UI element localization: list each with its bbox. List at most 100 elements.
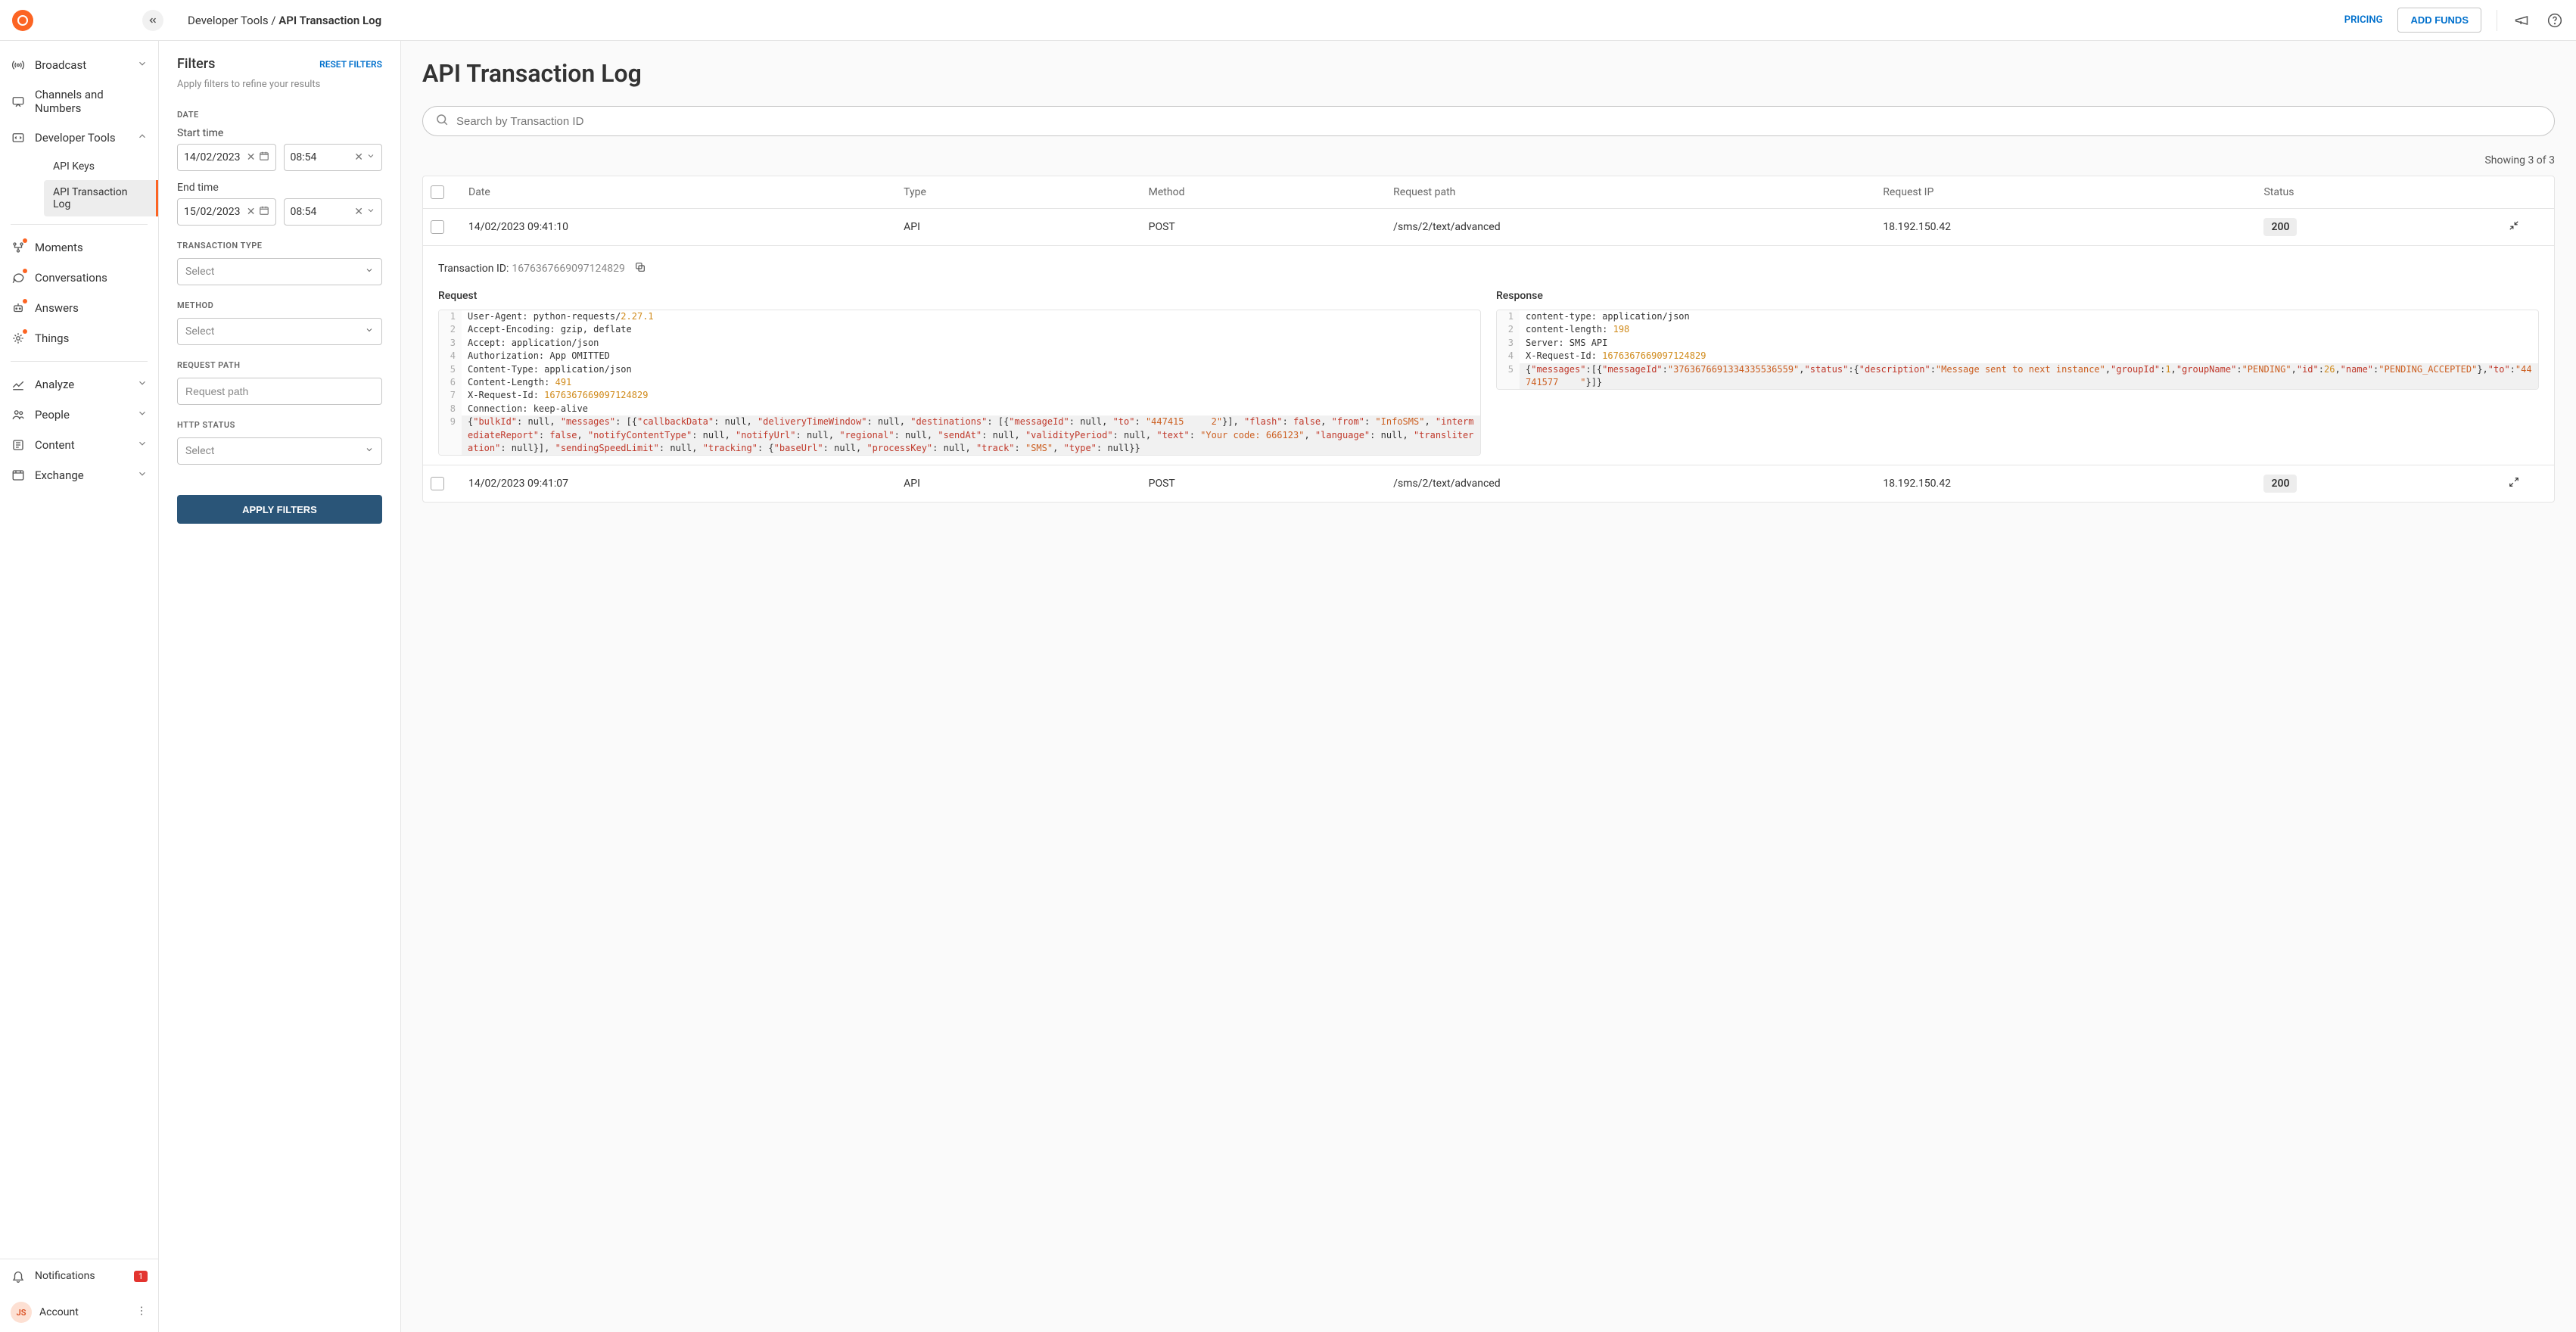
search-input[interactable]	[456, 115, 2542, 128]
sidebar-item-label: Notifications	[35, 1270, 95, 1282]
search-icon	[435, 113, 449, 129]
sidebar-item-content[interactable]: Content	[0, 430, 158, 460]
filters-title: Filters	[177, 56, 215, 72]
transactions-table: Date Type Method Request path Request IP…	[422, 176, 2555, 503]
txn-type-select[interactable]: Select	[177, 258, 382, 285]
cell-method: POST	[1149, 221, 1394, 233]
apply-filters-button[interactable]: APPLY FILTERS	[177, 495, 382, 524]
chevron-down-icon	[137, 378, 148, 391]
select-all-checkbox[interactable]	[431, 185, 444, 199]
start-date-input[interactable]: 14/02/2023 ✕	[177, 144, 276, 171]
cell-type: API	[904, 478, 1149, 490]
sidebar-notifications[interactable]: Notifications 1	[0, 1259, 158, 1293]
sidebar-item-moments[interactable]: Moments	[0, 232, 158, 263]
chevron-down-icon	[137, 468, 148, 482]
sidebar-item-conversations[interactable]: Conversations	[0, 263, 158, 293]
request-code[interactable]: 1User-Agent: python-requests/2.27.1 2Acc…	[438, 310, 1481, 456]
table-row[interactable]: 14/02/2023 09:41:07 API POST /sms/2/text…	[423, 465, 2554, 502]
column-type: Type	[904, 186, 1149, 198]
more-icon[interactable]	[135, 1305, 148, 1320]
calendar-icon[interactable]	[259, 205, 269, 219]
sidebar-item-label: Conversations	[35, 271, 107, 285]
request-path-label: REQUEST PATH	[177, 360, 382, 370]
collapse-sidebar-button[interactable]	[142, 10, 163, 31]
exchange-icon	[11, 468, 26, 483]
sidebar-item-label: Account	[39, 1306, 79, 1318]
cell-date: 14/02/2023 09:41:10	[468, 221, 904, 233]
filters-subtitle: Apply filters to refine your results	[177, 78, 382, 92]
moments-icon	[11, 240, 26, 255]
response-panel: Response 1content-type: application/json…	[1496, 290, 2539, 456]
sidebar-item-people[interactable]: People	[0, 400, 158, 430]
conversations-icon	[11, 270, 26, 285]
expand-icon[interactable]	[2509, 477, 2546, 490]
add-funds-button[interactable]: ADD FUNDS	[2397, 8, 2481, 33]
txn-id-value: 1676367669097124829	[512, 263, 625, 275]
sidebar: Broadcast Channels and Numbers Developer…	[0, 41, 159, 1332]
response-code[interactable]: 1content-type: application/json 2content…	[1496, 310, 2539, 390]
end-date-input[interactable]: 15/02/2023 ✕	[177, 198, 276, 226]
end-hour-input[interactable]: 08:54 ✕	[284, 198, 383, 226]
start-time-label: Start time	[177, 127, 382, 139]
chevron-up-icon	[137, 131, 148, 145]
chevron-down-icon	[137, 58, 148, 72]
chart-icon	[11, 377, 26, 392]
end-time-label: End time	[177, 182, 382, 194]
logo	[12, 10, 33, 31]
clear-icon[interactable]: ✕	[247, 151, 256, 163]
calendar-icon[interactable]	[259, 151, 269, 164]
txn-type-label: TRANSACTION TYPE	[177, 241, 382, 251]
broadcast-icon	[11, 58, 26, 73]
header: Developer Tools / API Transaction Log PR…	[0, 0, 2576, 41]
help-icon[interactable]	[2546, 11, 2564, 30]
transaction-detail: Transaction ID: 1676367669097124829 Requ…	[423, 245, 2554, 465]
sidebar-sub-api-keys[interactable]: API Keys	[44, 154, 148, 179]
status-badge: 200	[2263, 218, 2297, 236]
method-select[interactable]: Select	[177, 318, 382, 345]
cell-path: /sms/2/text/advanced	[1393, 221, 1883, 233]
column-date: Date	[468, 186, 904, 198]
collapse-icon[interactable]	[2509, 220, 2546, 234]
table-row[interactable]: 14/02/2023 09:41:10 API POST /sms/2/text…	[423, 208, 2554, 245]
sidebar-item-label: Developer Tools	[35, 131, 116, 145]
reset-filters-button[interactable]: RESET FILTERS	[319, 59, 382, 70]
search-bar[interactable]	[422, 106, 2555, 136]
start-hour-input[interactable]: 08:54 ✕	[284, 144, 383, 171]
request-path-input[interactable]	[177, 378, 382, 405]
sidebar-sub-api-log[interactable]: API Transaction Log	[44, 180, 158, 216]
chevron-down-icon	[365, 325, 374, 338]
bell-icon	[11, 1268, 26, 1284]
chevron-down-icon[interactable]	[366, 151, 375, 163]
results-count: Showing 3 of 3	[422, 154, 2555, 166]
sidebar-item-answers[interactable]: Answers	[0, 293, 158, 323]
http-status-select[interactable]: Select	[177, 437, 382, 465]
date-section-label: DATE	[177, 110, 382, 120]
megaphone-icon[interactable]	[2512, 11, 2531, 30]
clear-icon[interactable]: ✕	[354, 206, 363, 218]
sidebar-item-channels[interactable]: Channels and Numbers	[0, 80, 158, 123]
cell-method: POST	[1149, 478, 1394, 490]
row-checkbox[interactable]	[431, 477, 444, 490]
sidebar-item-developer-tools[interactable]: Developer Tools	[0, 123, 158, 153]
chevron-down-icon[interactable]	[366, 206, 375, 218]
avatar: JS	[11, 1302, 32, 1323]
clear-icon[interactable]: ✕	[247, 206, 256, 218]
page-title: API Transaction Log	[422, 59, 2555, 88]
row-checkbox[interactable]	[431, 220, 444, 234]
sidebar-item-analyze[interactable]: Analyze	[0, 369, 158, 400]
http-status-label: HTTP STATUS	[177, 420, 382, 430]
sidebar-item-exchange[interactable]: Exchange	[0, 460, 158, 490]
copy-icon[interactable]	[634, 261, 646, 276]
pricing-link[interactable]: PRICING	[2344, 14, 2383, 26]
sidebar-item-things[interactable]: Things	[0, 323, 158, 353]
sidebar-item-broadcast[interactable]: Broadcast	[0, 50, 158, 80]
sidebar-item-label: Channels and Numbers	[35, 88, 148, 115]
breadcrumb-parent[interactable]: Developer Tools	[188, 14, 269, 27]
sidebar-item-label: Things	[35, 331, 69, 345]
cell-path: /sms/2/text/advanced	[1393, 478, 1883, 490]
response-title: Response	[1496, 290, 2539, 302]
clear-icon[interactable]: ✕	[354, 151, 363, 163]
sidebar-item-label: Analyze	[35, 378, 74, 391]
request-panel: Request 1User-Agent: python-requests/2.2…	[438, 290, 1481, 456]
sidebar-account[interactable]: JS Account	[0, 1293, 158, 1332]
